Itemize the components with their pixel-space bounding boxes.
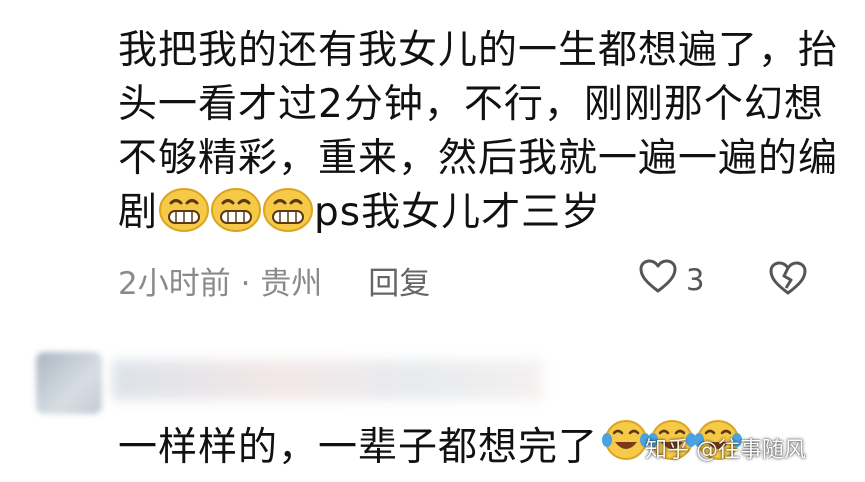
username-blurred — [112, 360, 542, 400]
grin-emoji-icon — [262, 187, 314, 248]
broken-heart-icon[interactable] — [768, 260, 808, 304]
avatar — [36, 352, 102, 414]
reply-comment-text: 一样样的，一辈子都想完了 — [118, 424, 599, 470]
comment-meta-row: 2小时前 · 贵州 回复 3 — [118, 258, 818, 302]
comment-body: 我把我的还有我女儿的一生都想遍了，抬头一看才过2分钟，不行，刚刚那个幻想不够精彩… — [118, 24, 838, 248]
tears-of-joy-emoji-icon — [602, 418, 651, 477]
grin-emoji-icon — [210, 187, 262, 248]
reply-button[interactable]: 回复 — [368, 258, 430, 303]
reply-header-blurred — [0, 340, 865, 420]
like-count: 3 — [686, 263, 705, 297]
heart-icon — [638, 258, 678, 302]
grin-emoji-icon — [158, 187, 210, 248]
like-button[interactable]: 3 — [638, 258, 704, 302]
watermark: 知乎 @往事随风 — [645, 438, 806, 463]
comment-ps-text: ps我女儿才三岁 — [314, 190, 602, 235]
comment-time-location: 2小时前 · 贵州 — [118, 265, 323, 302]
